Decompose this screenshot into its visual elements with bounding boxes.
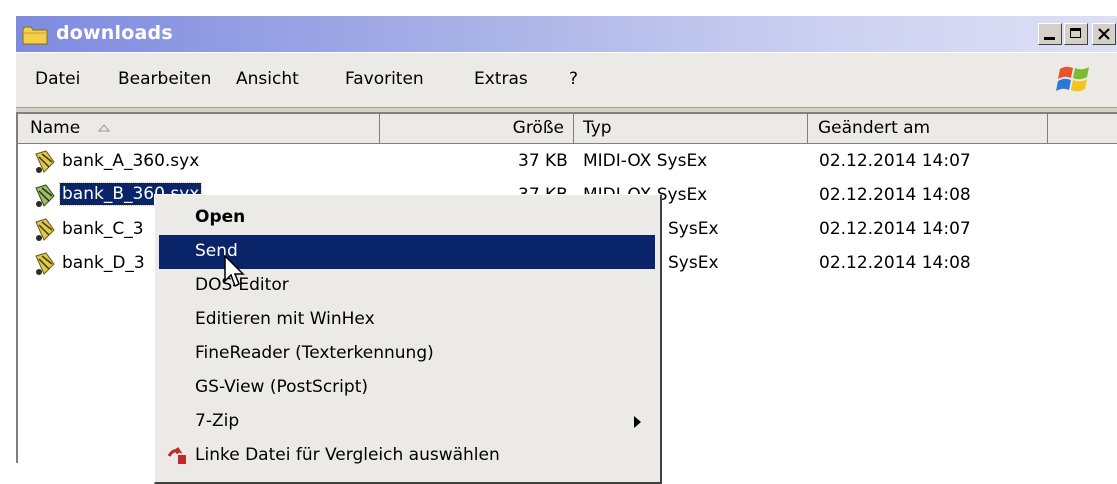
menu-extras[interactable]: Extras [474,69,528,89]
context-menu-open[interactable]: Open [159,201,655,235]
close-icon [1098,28,1110,40]
menu-ansicht[interactable]: Ansicht [236,69,299,89]
midi-file-icon [35,184,55,207]
sort-ascending-icon [98,124,110,132]
menu-bearbeiten[interactable]: Bearbeiten [118,69,211,89]
column-header-modified[interactable]: Geändert am [808,114,1048,144]
file-modified: 02.12.2014 14:08 [819,253,971,273]
mouse-cursor-icon [224,255,245,288]
submenu-arrow-icon [634,416,641,428]
file-size: 37 KB [518,151,568,171]
menu-help[interactable]: ? [569,69,578,89]
file-name: bank_D_3 [62,253,145,273]
file-name: bank_A_360.syx [62,151,200,171]
window-title: downloads [56,22,173,44]
midi-file-icon [35,150,55,173]
maximize-button[interactable] [1064,23,1088,45]
midi-file-icon [35,218,55,241]
context-menu-winhex[interactable]: Editieren mit WinHex [159,303,655,337]
file-modified: 02.12.2014 14:07 [819,151,971,171]
close-button[interactable] [1092,23,1116,45]
midi-file-icon [35,252,55,275]
menu-datei[interactable]: Datei [35,69,80,89]
context-menu: Open Send DOS-Editor Editieren mit WinHe… [154,194,662,484]
menu-bar: Datei Bearbeiten Ansicht Favoriten Extra… [16,52,1117,108]
context-menu-7zip[interactable]: 7-Zip [159,405,655,439]
context-menu-gsview[interactable]: GS-View (PostScript) [159,371,655,405]
minimize-icon [1044,37,1055,40]
column-header-type[interactable]: Typ [574,114,808,144]
file-modified: 02.12.2014 14:07 [819,219,971,239]
file-name: bank_C_3 [62,219,144,239]
title-bar[interactable]: downloads [16,16,1117,52]
folder-icon [22,26,48,45]
minimize-button[interactable] [1038,23,1062,45]
compare-icon [167,447,186,464]
file-type: SysEx [668,219,719,239]
context-menu-compare[interactable]: Linke Datei für Vergleich auswählen [159,439,655,473]
maximize-icon [1070,28,1081,38]
menu-favoriten[interactable]: Favoriten [345,69,424,89]
file-modified: 02.12.2014 14:08 [819,185,971,205]
table-row[interactable]: bank_A_360.syx 37 KB MIDI-OX SysEx 02.12… [18,146,1117,176]
context-menu-finereader[interactable]: FineReader (Texterkennung) [159,337,655,371]
file-type: MIDI-OX SysEx [583,151,708,171]
column-header-size[interactable]: Größe [380,114,574,144]
file-type: SysEx [668,253,719,273]
column-header-empty [1048,114,1117,144]
column-header-name[interactable]: Name [18,114,380,144]
windows-logo-icon [1056,66,1089,92]
